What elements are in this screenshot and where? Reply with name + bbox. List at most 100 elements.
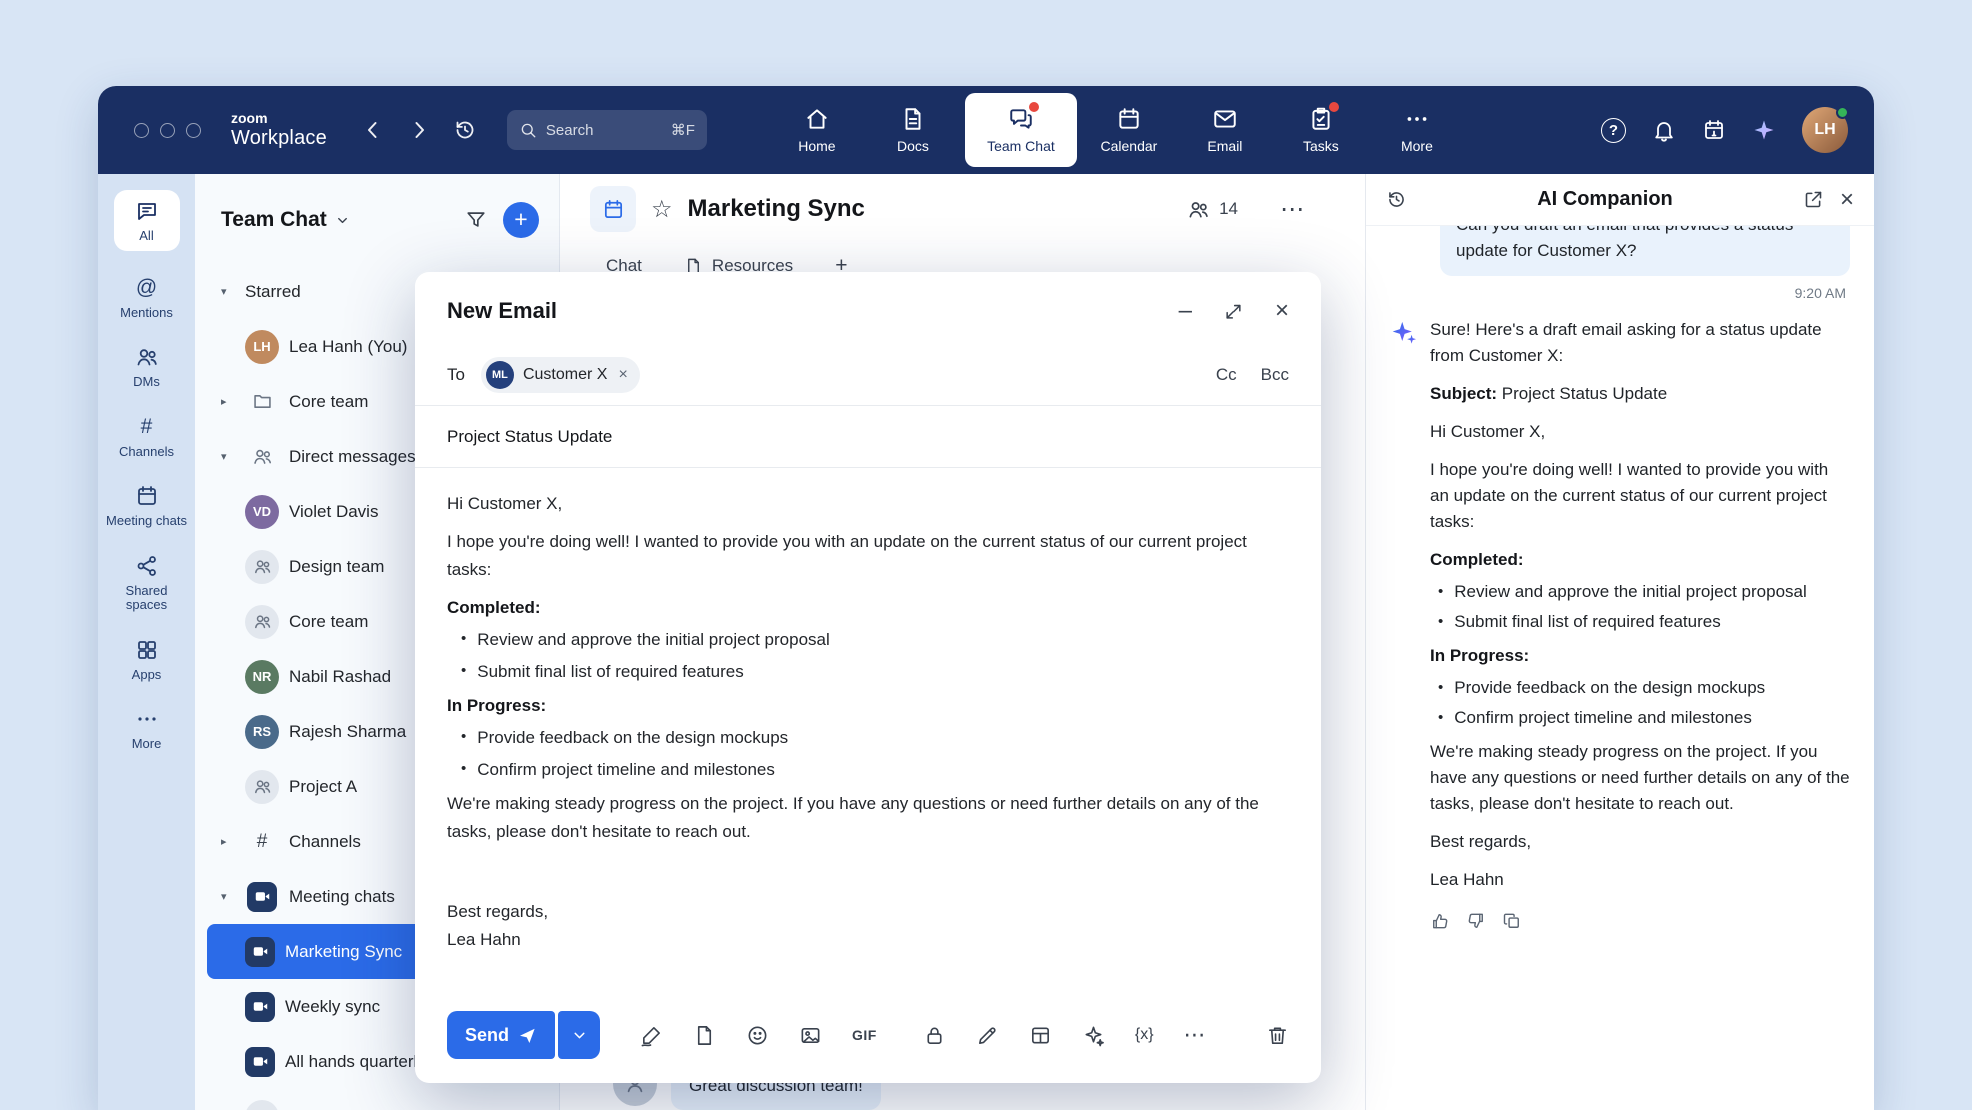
template-file-icon[interactable] <box>693 1024 716 1047</box>
rail-item-channels[interactable]: # Channels <box>105 415 189 460</box>
recipient-chip[interactable]: ML Customer X × <box>481 357 640 393</box>
nav-team-chat[interactable]: Team Chat <box>965 93 1077 167</box>
maximize-window-button[interactable] <box>186 123 201 138</box>
compose-toolbar: Send GIF {x} ⋯ <box>415 997 1321 1083</box>
ai-subject-line: Subject: Project Status Update <box>1430 381 1850 407</box>
nav-tasks[interactable]: Tasks <box>1277 93 1365 167</box>
variables-button[interactable]: {x} <box>1135 1026 1154 1044</box>
open-external-icon[interactable] <box>1803 189 1824 210</box>
search-bar[interactable]: ⌘F <box>507 110 707 150</box>
ai-sparkle-icon[interactable] <box>1082 1024 1105 1047</box>
collapsed-triangle-icon[interactable]: ▸ <box>221 835 237 848</box>
ai-sparkle-icon[interactable] <box>1752 118 1776 142</box>
minimize-icon[interactable]: – <box>1179 299 1192 323</box>
nav-more[interactable]: More <box>1373 93 1461 167</box>
ai-closing: We're making steady progress on the proj… <box>1430 739 1850 817</box>
rail-item-mentions[interactable]: @ Mentions <box>105 276 189 321</box>
send-plane-icon <box>518 1026 537 1045</box>
history-icon[interactable] <box>1386 189 1407 210</box>
star-icon[interactable]: ☆ <box>651 195 673 224</box>
discard-draft-icon[interactable] <box>1266 1024 1289 1047</box>
lock-icon[interactable] <box>923 1024 946 1047</box>
expand-triangle-icon[interactable]: ▾ <box>221 450 237 463</box>
email-body-editor[interactable]: Hi Customer X, I hope you're doing well!… <box>415 468 1321 997</box>
pencil-icon[interactable] <box>976 1024 999 1047</box>
ai-greeting: Hi Customer X, <box>1430 419 1850 445</box>
search-input[interactable] <box>546 122 646 139</box>
close-icon[interactable]: × <box>1840 188 1854 212</box>
filter-funnel-icon[interactable] <box>465 209 487 231</box>
ai-body-intro: I hope you're doing well! I wanted to pr… <box>1430 457 1850 535</box>
copy-icon[interactable] <box>1502 911 1522 931</box>
rail-item-more[interactable]: More <box>105 707 189 752</box>
list-item: Submit final list of required features <box>1438 609 1850 635</box>
ai-in-progress-header: In Progress: <box>1430 643 1850 669</box>
expand-triangle-icon[interactable]: ▾ <box>221 890 237 903</box>
signature-pen-icon[interactable] <box>640 1024 663 1047</box>
ai-panel-title: AI Companion <box>1407 188 1803 211</box>
image-icon[interactable] <box>799 1024 822 1047</box>
add-new-button[interactable]: + <box>503 202 539 238</box>
rail-item-apps[interactable]: Apps <box>105 638 189 683</box>
collapsed-triangle-icon[interactable]: ▸ <box>221 395 237 408</box>
rail-mentions-label: Mentions <box>120 306 173 321</box>
remove-recipient-icon[interactable]: × <box>618 366 627 384</box>
avatar: RS <box>245 715 279 749</box>
logo-zoom: zoom <box>231 111 327 126</box>
nav-docs-label: Docs <box>897 138 929 154</box>
member-count[interactable]: 14 <box>1187 198 1238 221</box>
thumbs-up-icon[interactable] <box>1430 911 1450 931</box>
chevron-down-icon[interactable] <box>335 213 350 228</box>
nav-docs[interactable]: Docs <box>869 93 957 167</box>
at-icon: @ <box>135 276 159 300</box>
rail-item-shared-spaces[interactable]: Shared spaces <box>105 554 189 613</box>
ai-intro: Sure! Here's a draft email asking for a … <box>1430 317 1850 369</box>
subject-input[interactable] <box>447 427 1289 447</box>
bcc-button[interactable]: Bcc <box>1261 365 1289 385</box>
list-item: Review and approve the initial project p… <box>461 626 1289 654</box>
send-button[interactable]: Send <box>447 1011 555 1059</box>
user-avatar[interactable]: LH <box>1802 107 1848 153</box>
nav-home[interactable]: Home <box>773 93 861 167</box>
layout-icon[interactable] <box>1029 1024 1052 1047</box>
cc-button[interactable]: Cc <box>1216 365 1237 385</box>
rail-item-meeting-chats[interactable]: Meeting chats <box>105 484 189 529</box>
topbar: zoom Workplace ⌘F Home Docs <box>98 86 1874 174</box>
nav-email[interactable]: Email <box>1181 93 1269 167</box>
gif-button[interactable]: GIF <box>852 1027 877 1043</box>
recipient-avatar: ML <box>486 361 514 389</box>
rail-item-dms[interactable]: DMs <box>105 345 189 390</box>
history-icon[interactable] <box>453 118 477 142</box>
more-options-icon[interactable]: ⋯ <box>1280 195 1305 224</box>
meeting-calendar-button[interactable] <box>590 186 636 232</box>
forward-icon[interactable] <box>407 118 431 142</box>
list-item: Review and approve the initial project p… <box>1438 579 1850 605</box>
send-options-button[interactable] <box>558 1011 600 1059</box>
back-icon[interactable] <box>361 118 385 142</box>
rail-dms-label: DMs <box>133 375 160 390</box>
more-tools-icon[interactable]: ⋯ <box>1184 1022 1207 1048</box>
thumbs-down-icon[interactable] <box>1466 911 1486 931</box>
notifications-bell-icon[interactable] <box>1652 118 1676 142</box>
sidebar-title[interactable]: Team Chat <box>221 208 327 232</box>
sidebar-item-lea-rajesh-1-1[interactable]: Lea/Rajesh 1:1 <box>195 1089 559 1110</box>
share-nodes-icon <box>135 554 159 578</box>
new-email-modal: New Email – × To ML Customer X × Cc Bcc … <box>415 272 1321 1083</box>
expand-triangle-icon[interactable]: ▾ <box>221 285 237 298</box>
group-avatar <box>245 550 279 584</box>
minimize-window-button[interactable] <box>160 123 175 138</box>
rail-item-all[interactable]: All <box>114 190 180 251</box>
help-icon[interactable]: ? <box>1601 118 1626 143</box>
close-window-button[interactable] <box>134 123 149 138</box>
subject-row <box>415 406 1321 468</box>
nav-more-label: More <box>1401 138 1433 154</box>
to-label: To <box>447 365 465 385</box>
email-closing: We're making steady progress on the proj… <box>447 790 1289 846</box>
emoji-icon[interactable] <box>746 1024 769 1047</box>
nav-calendar[interactable]: Calendar <box>1085 93 1173 167</box>
close-icon[interactable]: × <box>1275 299 1289 323</box>
calendar-date-icon[interactable] <box>1702 118 1726 142</box>
expand-icon[interactable] <box>1224 302 1243 321</box>
ai-companion-spark-icon <box>1390 319 1418 347</box>
tasks-icon <box>1308 106 1334 132</box>
